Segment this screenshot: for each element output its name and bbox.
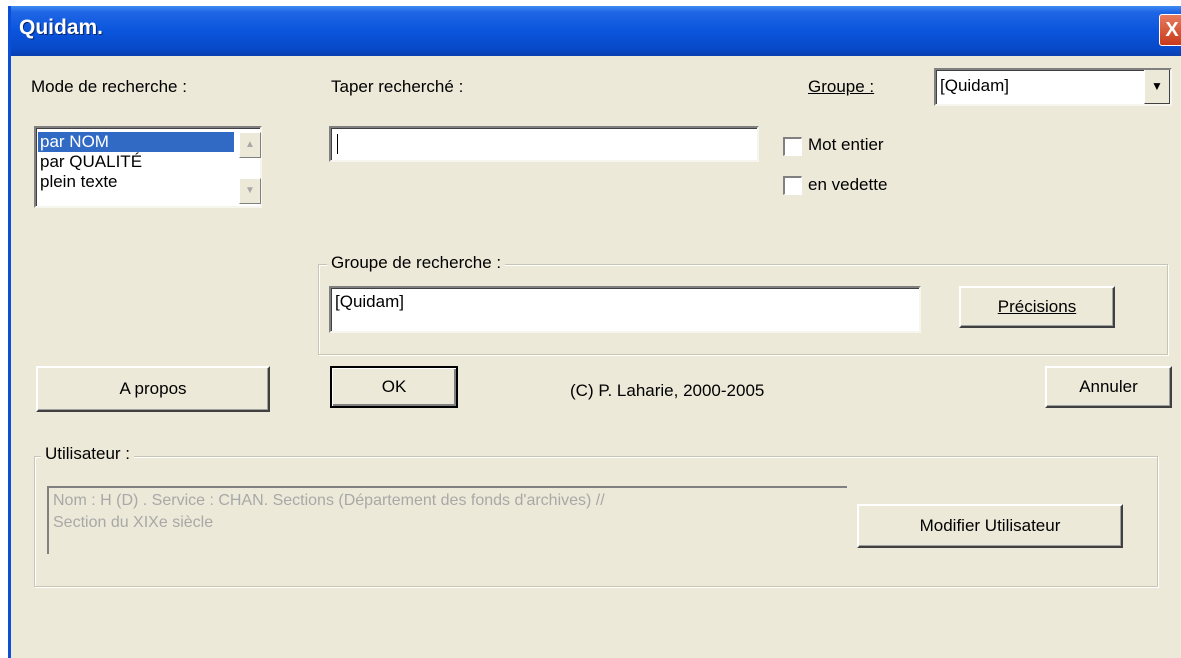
copyright-text: (C) P. Laharie, 2000-2005 [570,381,765,400]
text-cursor [337,134,338,154]
precisions-button[interactable]: Précisions [959,286,1115,328]
ok-label: OK [381,377,407,396]
groupe-label-text: Groupe : [808,77,875,96]
groupe-recherche-value: [Quidam] [335,292,404,311]
mot-entier-label: Mot entier [808,135,884,154]
dialog-window: Quidam. X Mode de recherche : par NOM pa… [8,6,1181,658]
list-item[interactable]: par NOM [38,132,234,152]
annuler-button[interactable]: Annuler [1045,366,1172,408]
en-vedette-label: en vedette [808,175,888,194]
modifier-utilisateur-button[interactable]: Modifier Utilisateur [857,504,1123,548]
mode-listbox[interactable]: par NOM par QUALITÉ plein texte ▲ ▼ [34,126,262,208]
en-vedette-checkbox[interactable] [783,176,802,195]
annuler-label: Annuler [1079,377,1138,396]
utilisateur-info-field: Nom : H (D) . Service : CHAN. Sections (… [47,486,847,554]
utilisateur-legend: Utilisateur : [41,444,135,464]
search-label: Taper recherché : [331,77,464,96]
mode-label: Mode de recherche : [31,77,187,96]
modifier-utilisateur-label: Modifier Utilisateur [919,516,1061,535]
utilisateur-info-line1: Nom : H (D) . Service : CHAN. Sections (… [53,492,605,509]
precisions-label: Précisions [997,297,1077,316]
groupe-selected-value: [Quidam] [940,76,1009,95]
list-item[interactable]: par QUALITÉ [38,152,260,172]
scroll-up-icon[interactable]: ▲ [239,132,261,158]
groupe-recherche-legend: Groupe de recherche : [327,253,506,273]
a-propos-button[interactable]: A propos [36,366,270,412]
title-bar[interactable]: Quidam. X [11,6,1181,56]
ok-button[interactable]: OK [330,366,458,408]
close-icon[interactable]: X [1159,14,1181,46]
window-title: Quidam. [19,16,104,39]
search-input[interactable] [329,126,759,162]
mot-entier-checkbox[interactable] [783,137,802,156]
chevron-down-icon[interactable]: ▼ [1144,70,1170,104]
groupe-select[interactable]: [Quidam] ▼ [934,68,1172,106]
scroll-down-icon[interactable]: ▼ [239,178,261,204]
list-item[interactable]: plein texte [38,172,260,192]
a-propos-label: A propos [119,379,187,398]
groupe-label: Groupe : [808,77,874,97]
utilisateur-info-line2: Section du XIXe siècle [53,514,214,531]
groupe-recherche-field[interactable]: [Quidam] [329,286,921,333]
